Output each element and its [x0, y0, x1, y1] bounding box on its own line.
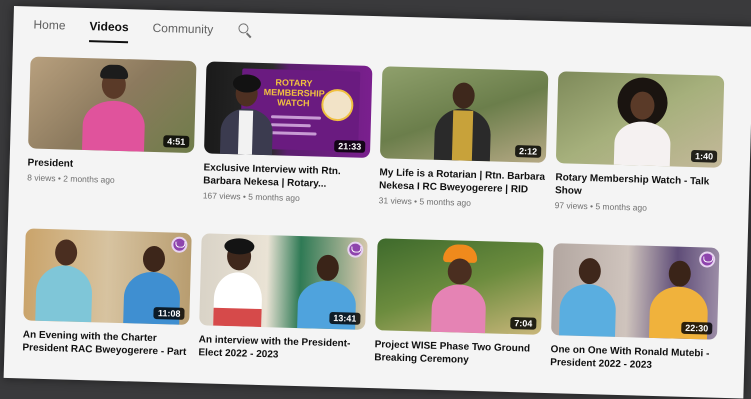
video-card[interactable]: 7:04 Project WISE Phase Two Ground Break… [373, 238, 544, 395]
video-duration: 22:30 [681, 321, 713, 335]
video-title[interactable]: Rotary Membership Watch - Talk Show [555, 171, 722, 202]
video-card[interactable]: 4:51 President 8 views • 2 months ago [26, 56, 197, 213]
tab-videos[interactable]: Videos [89, 15, 129, 38]
video-card[interactable]: 13:41 An interview with the President-El… [197, 233, 368, 390]
video-meta: 31 views • 5 months ago [378, 195, 472, 208]
video-duration: 13:41 [329, 311, 361, 325]
video-title[interactable]: An Evening with the Charter President RA… [22, 328, 189, 359]
video-title[interactable]: My Life is a Rotarian | Rtn. Barbara Nek… [379, 166, 546, 197]
tab-home[interactable]: Home [33, 14, 66, 37]
video-card[interactable]: 1:40 Rotary Membership Watch - Talk Show… [554, 71, 725, 228]
video-meta: 8 views • 2 months ago [27, 172, 115, 185]
video-thumbnail[interactable]: 2:12 [379, 66, 549, 163]
video-card[interactable]: 11:08 An Evening with the Charter Presid… [22, 228, 192, 385]
video-duration: 4:51 [163, 135, 190, 148]
video-title[interactable]: Exclusive Interview with Rtn. Barbara Ne… [203, 161, 370, 192]
video-title[interactable]: Project WISE Phase Two Ground Breaking C… [374, 338, 541, 369]
video-duration: 11:08 [153, 307, 185, 320]
tab-community[interactable]: Community [152, 17, 213, 41]
video-thumbnail[interactable]: 13:41 [199, 233, 368, 330]
video-thumbnail[interactable]: 11:08 [23, 228, 192, 326]
video-duration: 7:04 [510, 316, 537, 330]
video-title[interactable]: One on One With Ronald Mutebi - Presiden… [550, 343, 717, 374]
video-thumbnail[interactable]: 4:51 [28, 56, 197, 154]
video-title[interactable]: An interview with the President-Elect 20… [198, 333, 365, 364]
video-thumbnail[interactable]: ROTARY MEMBERSHIP WATCH 21:33 [203, 61, 373, 158]
channel-page: Home Videos Community 4:51 President 8 v… [3, 6, 751, 399]
channel-tabs: Home Videos Community [33, 7, 254, 49]
video-duration: 2:12 [514, 145, 542, 158]
video-thumbnail[interactable]: 22:30 [551, 243, 720, 340]
video-duration: 1:40 [690, 149, 718, 163]
video-meta: 97 views • 5 months ago [554, 200, 648, 213]
members-only-icon [171, 236, 188, 253]
video-card[interactable]: ROTARY MEMBERSHIP WATCH 21:33 Exclusive In… [202, 61, 373, 218]
video-thumbnail[interactable]: 1:40 [555, 71, 725, 168]
members-only-icon [698, 251, 716, 268]
video-card[interactable]: 22:30 One on One With Ronald Mutebi - Pr… [549, 243, 720, 398]
video-card[interactable]: 2:12 My Life is a Rotarian | Rtn. Barbar… [378, 66, 549, 223]
video-title[interactable]: President [27, 156, 193, 174]
search-icon[interactable] [237, 22, 253, 38]
video-thumbnail[interactable]: 7:04 [375, 238, 544, 335]
video-grid: 4:51 President 8 views • 2 months ago RO… [22, 56, 725, 398]
video-duration: 21:33 [334, 139, 366, 153]
members-only-icon [347, 241, 364, 258]
video-meta: 167 views • 5 months ago [202, 190, 300, 204]
